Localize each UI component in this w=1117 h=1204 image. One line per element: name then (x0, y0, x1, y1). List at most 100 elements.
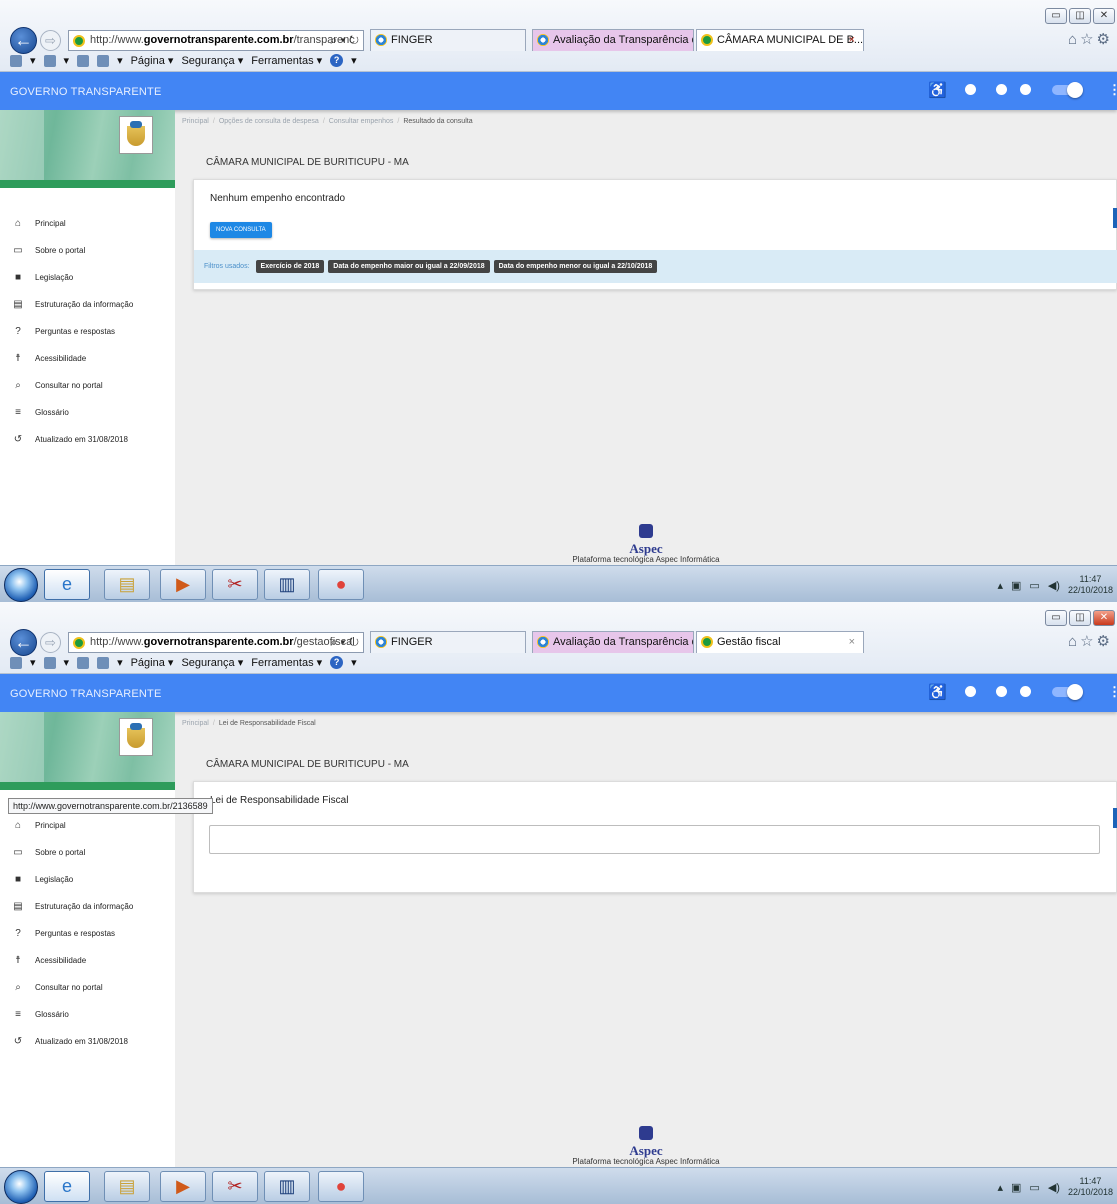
network-icon[interactable]: ▣ (1011, 1181, 1021, 1194)
search-refresh-icon[interactable]: ⌕ ▾ ↻ (330, 633, 359, 652)
sidebar-item-legislacao[interactable]: ■ Legislação (0, 264, 175, 291)
sidebar-item-glossario[interactable]: ≡ Glossário (0, 399, 175, 426)
dropdown-icon[interactable]: ▾ (351, 54, 357, 67)
font-increase-icon[interactable] (996, 686, 1007, 697)
taskbar-media-icon[interactable]: ▶ (160, 569, 206, 600)
mail-icon[interactable] (77, 54, 90, 67)
tray-clock[interactable]: 11:47 22/10/2018 (1068, 574, 1113, 596)
close-button[interactable]: ✕ (1093, 8, 1115, 24)
contrast-icon[interactable] (965, 686, 976, 697)
feeds-icon[interactable] (43, 54, 56, 67)
taskbar-ie-icon[interactable]: e (44, 569, 90, 600)
display-icon[interactable]: ▭ (1029, 1181, 1039, 1194)
sidebar-item-legislacao[interactable]: ■ Legislação (0, 866, 175, 893)
dropdown-icon[interactable]: ▾ (117, 656, 123, 669)
more-vert-icon[interactable]: ⋮ (1108, 684, 1117, 700)
taskbar-chrome-icon[interactable]: ● (318, 569, 364, 600)
menu-pagina[interactable]: Página ▾ (131, 54, 174, 67)
contrast-icon[interactable] (965, 84, 976, 95)
dropdown-icon[interactable]: ▾ (351, 656, 357, 669)
font-increase-icon[interactable] (996, 84, 1007, 95)
app-title[interactable]: GOVERNO TRANSPARENTE (10, 688, 162, 700)
search-refresh-icon[interactable]: ⌕ ▾ ↻ (330, 31, 359, 50)
taskbar-folder-icon[interactable]: ▤ (104, 1171, 150, 1202)
home-favorites-icons[interactable]: ⌂☆⚙ (1068, 632, 1113, 650)
dropdown-icon[interactable]: ▾ (30, 656, 36, 669)
tab-avaliacao[interactable]: Avaliação da Transparência do... (532, 29, 694, 51)
volume-icon[interactable]: ◀) (1048, 1181, 1060, 1194)
minimize-button[interactable]: ▭ (1045, 8, 1067, 24)
address-bar[interactable]: http://www.governotransparente.com.br/tr… (68, 30, 364, 51)
dropdown-icon[interactable]: ▾ (117, 54, 123, 67)
tab-avaliacao[interactable]: Avaliação da Transparência do... (532, 631, 694, 653)
back-button[interactable]: ← (10, 629, 37, 656)
sidebar-item-perguntas[interactable]: ? Perguntas e respostas (0, 318, 175, 345)
volume-icon[interactable]: ◀) (1048, 579, 1060, 592)
menu-pagina[interactable]: Página ▾ (131, 656, 174, 669)
tray-arrow-icon[interactable]: ▴ (997, 579, 1003, 592)
address-bar[interactable]: http://www.governotransparente.com.br/ge… (68, 632, 364, 653)
sidebar-item-consultar[interactable]: ⌕ Consultar no portal (0, 974, 175, 1001)
nova-consulta-button[interactable]: NOVA CONSULTA (210, 222, 272, 238)
forward-button[interactable]: ⇨ (40, 632, 61, 653)
feeds-icon[interactable] (43, 656, 56, 669)
close-button[interactable]: ✕ (1093, 610, 1115, 626)
tab-close-icon[interactable]: × (849, 632, 855, 652)
sidebar-item-principal[interactable]: ⌂ Principal (0, 812, 175, 839)
taskbar-snipping-icon[interactable]: ✂ (212, 1171, 258, 1202)
taskbar-document-icon[interactable]: ▥ (264, 1171, 310, 1202)
start-button[interactable] (4, 1170, 38, 1204)
tab-camara[interactable]: CÂMARA MUNICIPAL DE B... × (696, 29, 864, 51)
sidebar-item-acessibilidade[interactable]: ☨ Acessibilidade (0, 345, 175, 372)
taskbar-snipping-icon[interactable]: ✂ (212, 569, 258, 600)
taskbar-document-icon[interactable]: ▥ (264, 569, 310, 600)
more-vert-icon[interactable]: ⋮ (1108, 82, 1117, 98)
sidebar-item-consultar[interactable]: ⌕ Consultar no portal (0, 372, 175, 399)
menu-seguranca[interactable]: Segurança ▾ (181, 656, 243, 669)
sidebar-item-perguntas[interactable]: ? Perguntas e respostas (0, 920, 175, 947)
display-icon[interactable]: ▭ (1029, 579, 1039, 592)
breadcrumb-item[interactable]: Opções de consulta de despesa (219, 118, 319, 125)
sidebar-item-estruturacao[interactable]: ▤ Estruturação da informação (0, 291, 175, 318)
theme-toggle[interactable] (1052, 684, 1083, 700)
tab-finger[interactable]: FINGER (370, 631, 526, 653)
restore-button[interactable]: ◫ (1069, 8, 1091, 24)
breadcrumb-item[interactable]: Principal (182, 720, 209, 727)
app-title[interactable]: GOVERNO TRANSPARENTE (10, 86, 162, 98)
sidebar-item-sobre[interactable]: ▭ Sobre o portal (0, 839, 175, 866)
menu-seguranca[interactable]: Segurança ▾ (181, 54, 243, 67)
sidebar-item-glossario[interactable]: ≡ Glossário (0, 1001, 175, 1028)
tab-gestao-fiscal[interactable]: Gestão fiscal × (696, 631, 864, 653)
lrf-select-field[interactable] (209, 825, 1100, 854)
minimize-button[interactable]: ▭ (1045, 610, 1067, 626)
mail-icon[interactable] (77, 656, 90, 669)
breadcrumb-item[interactable]: Consultar empenhos (329, 118, 394, 125)
taskbar-ie-icon[interactable]: e (44, 1171, 90, 1202)
home-icon[interactable] (10, 54, 22, 67)
side-handle[interactable] (1113, 208, 1117, 228)
restore-button[interactable]: ◫ (1069, 610, 1091, 626)
home-favorites-icons[interactable]: ⌂☆⚙ (1068, 30, 1113, 48)
print-icon[interactable] (97, 54, 110, 67)
network-icon[interactable]: ▣ (1011, 579, 1021, 592)
breadcrumb-item[interactable]: Principal (182, 118, 209, 125)
accessibility-icon[interactable]: ♿ (928, 683, 947, 701)
sidebar-item-acessibilidade[interactable]: ☨ Acessibilidade (0, 947, 175, 974)
help-icon[interactable]: ? (330, 656, 344, 669)
back-button[interactable]: ← (10, 27, 37, 54)
print-icon[interactable] (97, 656, 110, 669)
menu-ferramentas[interactable]: Ferramentas ▾ (251, 54, 322, 67)
home-icon[interactable] (10, 656, 22, 669)
tray-arrow-icon[interactable]: ▴ (997, 1181, 1003, 1194)
forward-button[interactable]: ⇨ (40, 30, 61, 51)
menu-ferramentas[interactable]: Ferramentas ▾ (251, 656, 322, 669)
accessibility-icon[interactable]: ♿ (928, 81, 947, 99)
start-button[interactable] (4, 568, 38, 602)
sidebar-item-sobre[interactable]: ▭ Sobre o portal (0, 237, 175, 264)
font-decrease-icon[interactable] (1020, 84, 1031, 95)
sidebar-item-principal[interactable]: ⌂ Principal (0, 210, 175, 237)
help-icon[interactable]: ? (330, 54, 344, 67)
theme-toggle[interactable] (1052, 82, 1083, 98)
taskbar-chrome-icon[interactable]: ● (318, 1171, 364, 1202)
tray-clock[interactable]: 11:47 22/10/2018 (1068, 1176, 1113, 1198)
